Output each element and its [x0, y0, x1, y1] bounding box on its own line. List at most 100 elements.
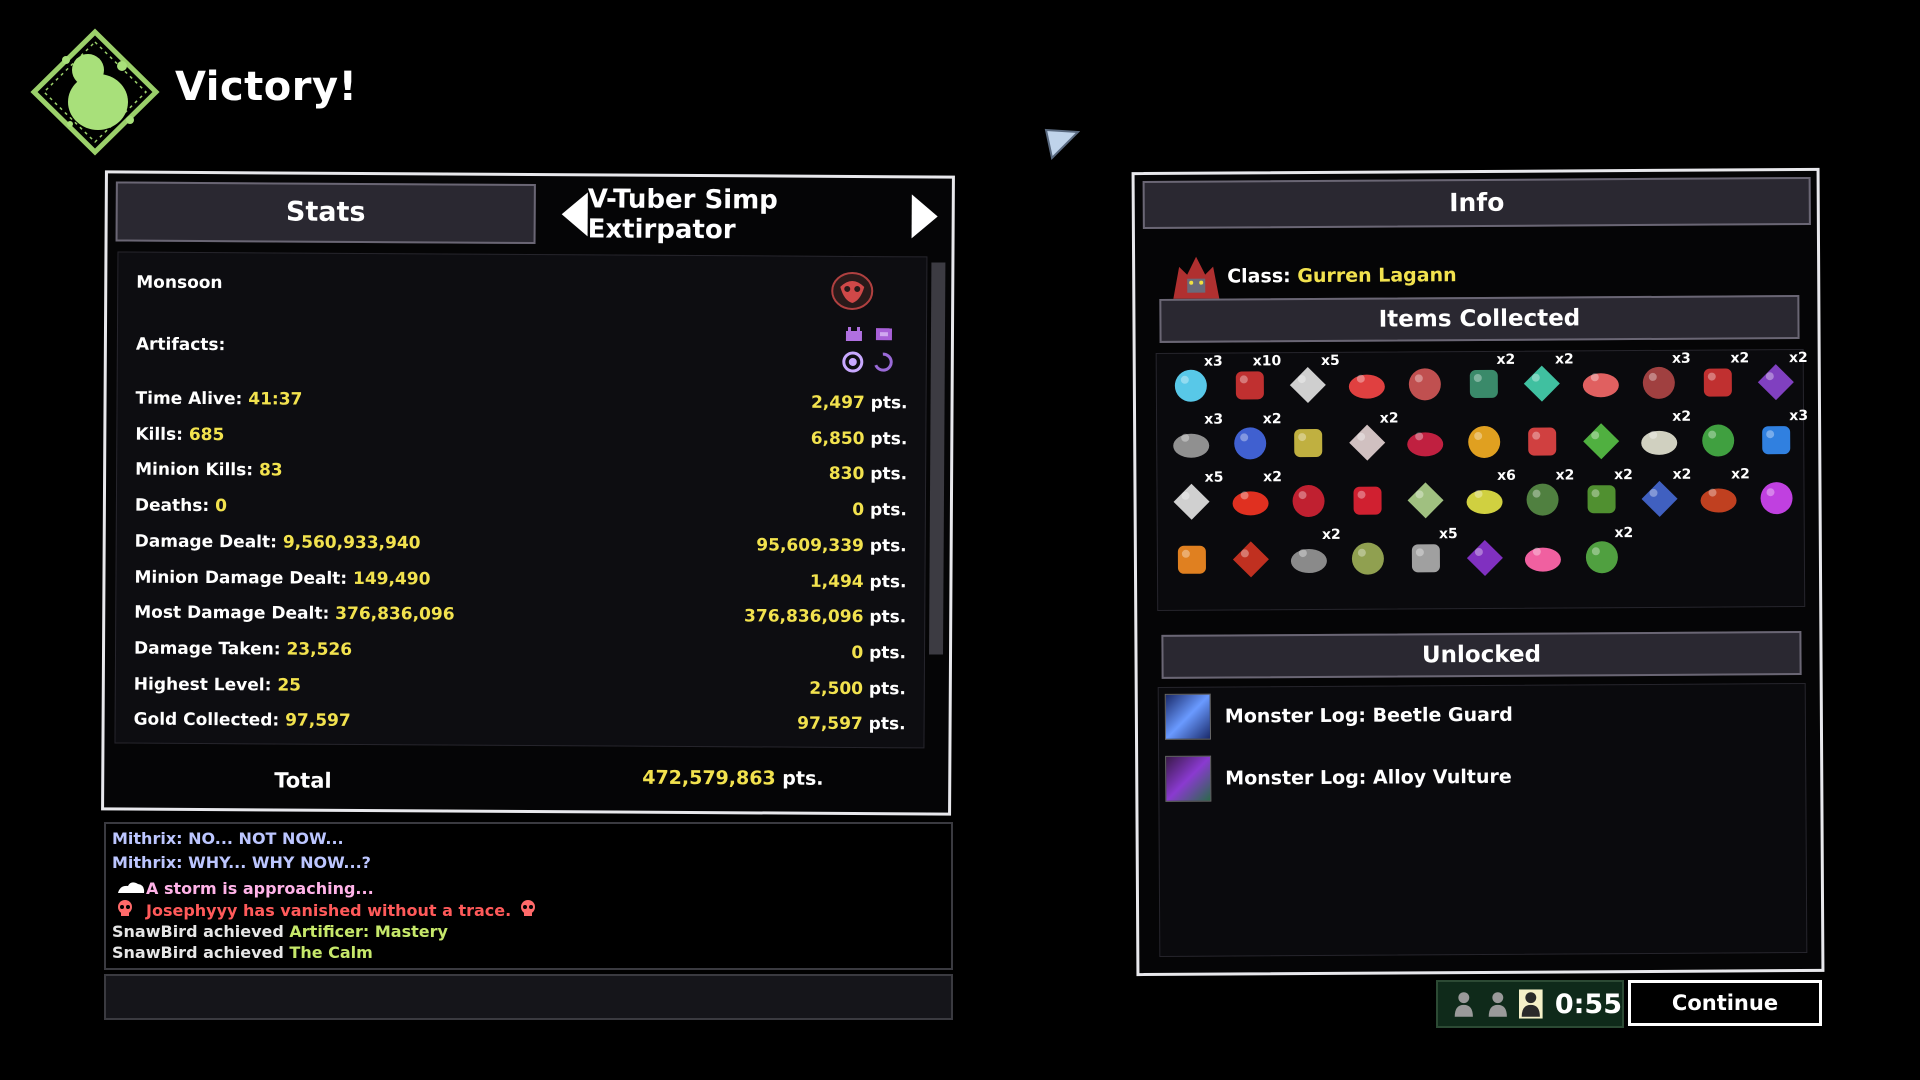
item-count: x2: [1555, 467, 1575, 484]
spiral-icon[interactable]: [1690, 410, 1746, 466]
artifact-chaos-icon: [875, 328, 893, 341]
canister-icon: [1290, 549, 1327, 574]
mask-icon[interactable]: [1572, 353, 1628, 409]
gold-beetle-icon[interactable]: [1456, 412, 1512, 468]
leaf-icon: [1642, 366, 1675, 399]
necklace-icon[interactable]: [1397, 470, 1453, 526]
monitor-icon[interactable]: x2: [1339, 410, 1399, 469]
stats-scrollbar[interactable]: [929, 262, 946, 655]
stat-value: 83: [258, 460, 283, 481]
spiral-icon: [1701, 424, 1734, 457]
belt-icon[interactable]: x2: [1514, 467, 1574, 525]
brain-bug-icon[interactable]: x2: [1222, 411, 1282, 469]
stat-points-suffix: pts.: [863, 535, 907, 557]
mushroom-icon[interactable]: [1222, 529, 1278, 585]
shell-icon[interactable]: x3: [1163, 412, 1223, 470]
feather-icon: [1762, 426, 1791, 455]
chili-icon[interactable]: x2: [1222, 469, 1282, 527]
eye-spiral-icon[interactable]: [1456, 528, 1512, 584]
sprout-icon[interactable]: [1573, 411, 1629, 467]
stat-points: 376,836,096 pts.: [744, 607, 906, 628]
skull-icon: [519, 900, 537, 920]
stats-list[interactable]: Monsoon Artifacts: Time Alive: 41:37 2,49…: [114, 251, 928, 749]
stat-points: 0 pts.: [851, 643, 906, 663]
stat-points-value: 2,497: [810, 392, 865, 414]
difficulty-label: Monsoon: [136, 272, 223, 294]
jellyfish-icon[interactable]: [1338, 355, 1394, 411]
necklace-icon: [1407, 482, 1444, 519]
canister-icon[interactable]: x2: [1281, 527, 1341, 585]
mouth-icon[interactable]: [1339, 471, 1395, 527]
prev-arrow-button[interactable]: [561, 192, 588, 237]
rock-icon[interactable]: [1397, 354, 1453, 410]
continue-button[interactable]: Continue: [1628, 980, 1822, 1026]
item-count: x10: [1252, 353, 1282, 370]
chat-input[interactable]: [104, 974, 953, 1020]
chat-text: Mithrix: WHY... WHY NOW...?: [112, 853, 371, 872]
teapot-icon[interactable]: x2: [1631, 467, 1691, 525]
chat-line: A storm is approaching...: [112, 879, 374, 898]
items-collected-header: Items Collected: [1159, 295, 1800, 343]
item-count: x2: [1788, 349, 1808, 367]
stat-value: 97,597: [285, 710, 351, 732]
tab-info[interactable]: Info: [1142, 176, 1811, 230]
stat-row: Minion Kills: 83 830 pts.: [117, 460, 907, 485]
total-suffix: pts.: [782, 767, 824, 790]
feather-icon[interactable]: x3: [1748, 408, 1808, 466]
tooth-icon[interactable]: x2: [1514, 351, 1574, 409]
void-orb-icon: [1757, 364, 1794, 401]
pink-gem-icon: [1524, 547, 1561, 572]
class-row: Class: Gurren Lagann: [1165, 251, 1457, 301]
meat-icon: [1407, 432, 1444, 457]
heart-icon[interactable]: [1280, 471, 1336, 527]
snail-icon[interactable]: x2: [1573, 467, 1633, 525]
stat-name: Damage Taken:: [133, 638, 287, 660]
crowbar-icon[interactable]: x2: [1689, 350, 1749, 408]
unlocked-item[interactable]: Monster Log: Alloy Vulture: [1165, 752, 1512, 804]
stat-row: Highest Level: 25 2,500 pts.: [116, 674, 906, 699]
next-arrow-button[interactable]: [911, 194, 938, 239]
glasses-icon[interactable]: x10: [1221, 353, 1281, 411]
scroll-icon: [1641, 430, 1678, 455]
artifact-sacrifice-icon: [842, 351, 864, 373]
stat-name: Deaths:: [134, 495, 216, 517]
crystal-icon[interactable]: x3: [1163, 354, 1223, 412]
carrot-icon[interactable]: [1164, 530, 1220, 586]
unlocked-list: Monster Log: Beetle Guard Monster Log: Al…: [1157, 683, 1808, 957]
cursor-icon: [1044, 128, 1080, 161]
meat-icon[interactable]: [1397, 412, 1453, 468]
player-waiting-icon: [1454, 992, 1473, 1017]
pink-gem-icon[interactable]: [1515, 527, 1571, 583]
hammer-icon[interactable]: [1514, 411, 1570, 467]
storm-cloud-icon: [116, 879, 145, 893]
stat-label: Gold Collected: 97,597: [134, 710, 351, 731]
sprout-icon: [1582, 423, 1619, 460]
void-orb-icon[interactable]: x2: [1748, 350, 1808, 408]
chat-text: A storm is approaching...: [146, 879, 374, 898]
fork-icon: [1289, 367, 1326, 404]
cucumber-icon[interactable]: x2: [1573, 525, 1633, 583]
unlocked-item[interactable]: Monster Log: Beetle Guard: [1164, 690, 1513, 742]
syringe-icon[interactable]: x6: [1456, 468, 1516, 526]
gold-beetle-icon: [1467, 425, 1500, 458]
class-label: Class:: [1227, 265, 1291, 288]
stat-points: 2,500 pts.: [809, 678, 906, 699]
figure-icon[interactable]: [1280, 413, 1336, 469]
guitar-icon[interactable]: x2: [1690, 466, 1750, 524]
wreath-icon[interactable]: x2: [1455, 352, 1515, 410]
purple-brain-icon[interactable]: [1748, 468, 1804, 524]
stat-row: Time Alive: 41:37 2,497 pts.: [118, 388, 908, 414]
tab-stats[interactable]: Stats: [115, 181, 536, 245]
slug-icon[interactable]: [1339, 529, 1395, 585]
sword-icon[interactable]: x5: [1163, 470, 1223, 528]
stat-points-suffix: pts.: [863, 642, 907, 664]
stat-row: Gold Collected: 97,597 97,597 pts.: [116, 710, 906, 735]
stat-points: 830 pts.: [829, 464, 907, 484]
artifacts-row: Artifacts:: [118, 326, 908, 373]
crowbar-icon: [1703, 368, 1732, 397]
item-count: x2: [1672, 408, 1692, 425]
leaf-icon[interactable]: x3: [1631, 351, 1691, 409]
pipe-icon[interactable]: x5: [1398, 526, 1458, 584]
scroll-icon[interactable]: x2: [1631, 409, 1691, 467]
fork-icon[interactable]: x5: [1280, 353, 1340, 411]
